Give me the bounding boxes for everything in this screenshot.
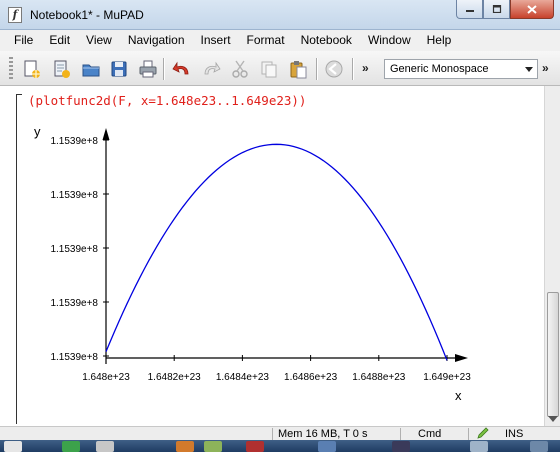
y-tick-label: 1.1539e+8 [50,244,98,255]
taskbar-app-icon[interactable] [530,441,548,452]
taskbar-app-icon[interactable] [204,441,222,452]
status-separator [400,428,401,440]
menu-navigation[interactable]: Navigation [120,30,193,51]
menu-window[interactable]: Window [360,30,419,51]
maximize-icon[interactable] [483,0,510,19]
toolbar-separator [163,58,164,80]
function-curve [105,143,448,361]
font-family-value: Generic Monospace [390,63,489,75]
menu-notebook[interactable]: Notebook [293,30,360,51]
open-icon[interactable] [79,57,103,81]
taskbar-app-icon[interactable] [62,441,80,452]
print-icon[interactable] [136,57,160,81]
toolbar-overflow-icon-right[interactable]: » [542,61,549,75]
title-bar: f Notebook1* - MuPAD [0,0,560,30]
y-axis-arrow [102,128,110,140]
paste-icon[interactable] [286,57,310,81]
window-title: Notebook1* - MuPAD [30,8,144,22]
window-controls [456,0,554,20]
y-tick-label: 1.1539e+8 [50,190,98,201]
menu-help[interactable]: Help [419,30,460,51]
y-axis-label: y [34,124,41,139]
function-plot[interactable]: y x 1.648e+23 1.6482e+23 1.6484e+23 1.6486e+… [0,86,544,426]
redo-icon[interactable] [199,57,223,81]
x-tick-label: 1.6482e+23 [148,372,202,383]
taskbar-app-icon[interactable] [176,441,194,452]
taskbar-app-icon[interactable] [392,441,410,452]
status-separator [468,428,469,440]
mupad-notebook-icon: f [8,7,22,23]
y-tick-label: 1.1539e+8 [50,352,98,363]
x-axis-label: x [455,388,462,403]
toolbar: » Generic Monospace » [0,51,560,86]
toolbar-separator [352,58,353,80]
undo-icon[interactable] [170,57,194,81]
font-family-select[interactable]: Generic Monospace [384,59,538,79]
x-tick-label: 1.648e+23 [82,372,130,383]
menu-edit[interactable]: Edit [41,30,78,51]
menu-view[interactable]: View [78,30,120,51]
status-mode: Cmd [418,428,442,440]
vertical-scrollbar[interactable] [544,86,560,426]
x-axis-arrow [455,354,468,362]
scroll-down-icon[interactable] [548,416,558,422]
stop-evaluation-icon[interactable] [322,57,346,81]
y-tick-label: 1.1539e+8 [50,298,98,309]
x-tick-label: 1.6484e+23 [216,372,270,383]
taskbar-app-icon[interactable] [470,441,488,452]
status-separator [272,428,273,440]
close-icon[interactable] [510,0,554,19]
y-tick-label: 1.1539e+8 [50,136,98,147]
chevron-down-icon [525,67,533,72]
new-editor-icon[interactable] [50,57,74,81]
cut-icon[interactable] [228,57,252,81]
toolbar-grip[interactable] [9,57,13,80]
menu-insert[interactable]: Insert [193,30,239,51]
minimize-icon[interactable] [456,0,483,19]
new-notebook-icon[interactable] [20,57,44,81]
x-tick-label: 1.649e+23 [423,372,471,383]
status-bar: Mem 16 MB, T 0 s Cmd INS [0,426,560,440]
taskbar-app-icon[interactable] [246,441,264,452]
toolbar-overflow-icon[interactable]: » [362,61,369,75]
taskbar [0,440,560,452]
pencil-icon [477,427,489,439]
x-tick-label: 1.6488e+23 [352,372,406,383]
save-icon[interactable] [107,57,131,81]
taskbar-app-icon[interactable] [96,441,114,452]
status-memory: Mem 16 MB, T 0 s [278,428,368,440]
toolbar-separator [316,58,317,80]
status-insert: INS [505,428,524,440]
x-tick-label: 1.6486e+23 [284,372,338,383]
notebook-area[interactable]: (plotfunc2d(F, x=1.648e23..1.649e23)) yx… [0,86,544,426]
taskbar-app-icon[interactable] [4,441,22,452]
copy-icon[interactable] [257,57,281,81]
menu-file[interactable]: File [6,30,41,51]
scrollbar-thumb[interactable] [547,292,559,417]
menu-format[interactable]: Format [239,30,293,51]
taskbar-app-icon[interactable] [318,441,336,452]
menu-bar: File Edit View Navigation Insert Format … [0,30,560,51]
